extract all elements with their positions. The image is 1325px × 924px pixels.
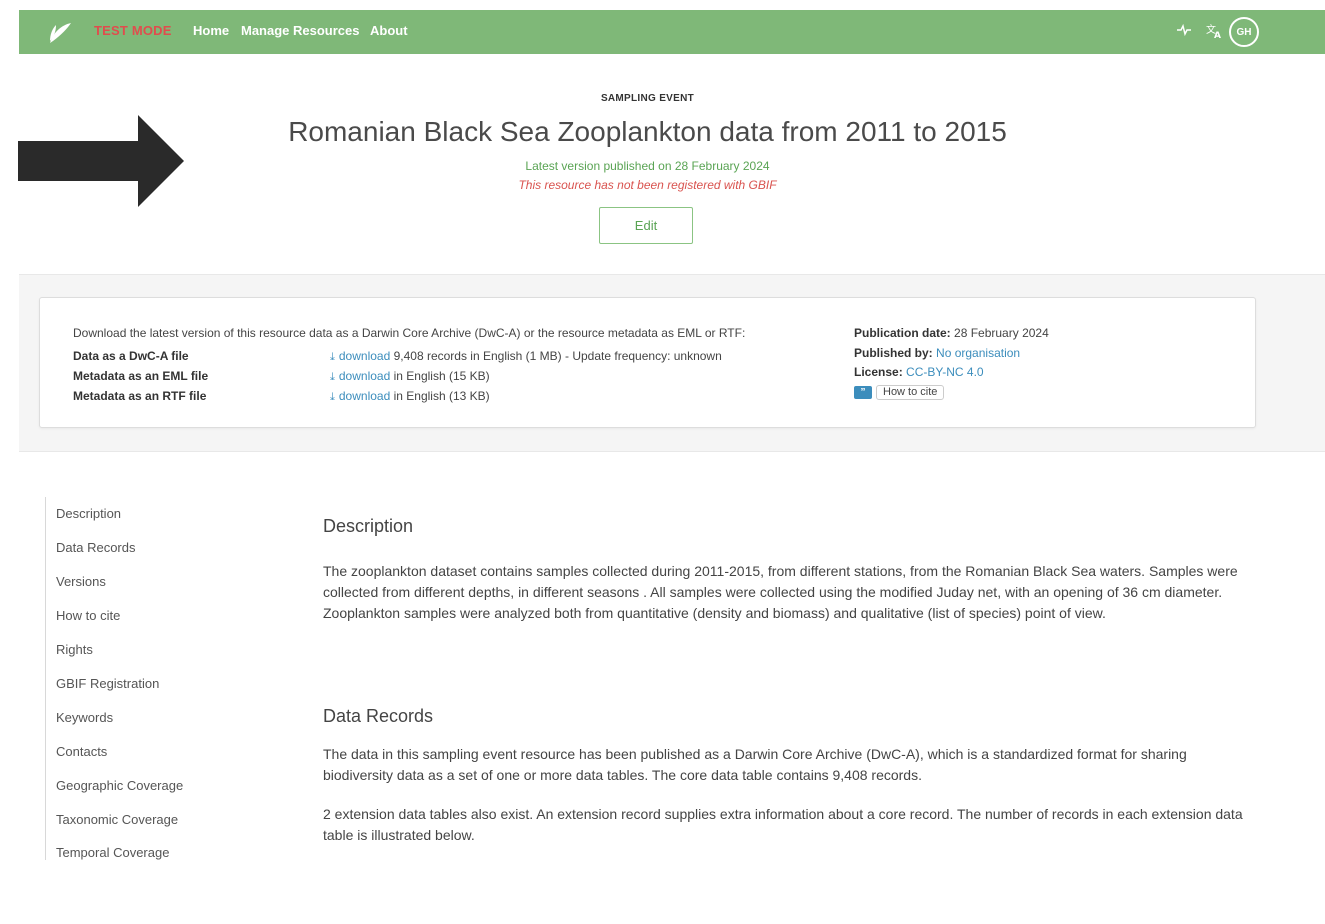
sidebar-item-contacts[interactable]: Contacts [56, 744, 107, 759]
sidebar-item-taxonomic-coverage[interactable]: Taxonomic Coverage [56, 812, 178, 827]
sidebar-nav: Description Data Records Versions How to… [45, 497, 225, 860]
download-detail: ⤓ download in English (15 KB) [330, 369, 490, 384]
how-to-cite-button[interactable]: How to cite [876, 385, 945, 400]
download-eml-link[interactable]: download [339, 369, 390, 383]
top-navbar: TEST MODE Home Manage Resources About 文 … [19, 10, 1325, 54]
svg-text:A: A [1214, 31, 1221, 40]
download-detail: ⤓ download in English (13 KB) [330, 389, 490, 404]
leaf-logo-icon[interactable] [47, 19, 73, 45]
translate-icon[interactable]: 文 A [1205, 22, 1223, 40]
test-mode-label: TEST MODE [94, 23, 172, 38]
download-dwca-detail: 9,408 records in English (1 MB) - Update… [393, 349, 722, 363]
download-icon: ⤓ [330, 371, 335, 383]
published-by-label: Published by: [854, 346, 933, 360]
description-heading: Description [323, 516, 414, 536]
sidebar-item-rights[interactable]: Rights [56, 642, 93, 657]
sidebar-item-how-to-cite[interactable]: How to cite [56, 608, 120, 623]
not-registered-warning: This resource has not been registered wi… [518, 178, 777, 192]
sidebar-item-temporal-coverage[interactable]: Temporal Coverage [56, 845, 169, 860]
downloads-card: Download the latest version of this reso… [39, 297, 1256, 428]
sidebar-item-gbif-registration[interactable]: GBIF Registration [56, 676, 159, 691]
resource-type-label: SAMPLING EVENT [600, 93, 695, 104]
download-label: Data as a DwC-A file [73, 349, 189, 363]
how-to-cite[interactable]: ” How to cite [854, 385, 945, 400]
download-label: Metadata as an EML file [73, 369, 209, 383]
sidebar-item-keywords[interactable]: Keywords [56, 710, 113, 725]
latest-version-text: Latest version published on 28 February … [525, 159, 770, 173]
published-by-link[interactable]: No organisation [936, 346, 1020, 360]
download-dwca-link[interactable]: download [339, 349, 390, 363]
sidebar-item-description[interactable]: Description [56, 506, 121, 521]
nav-home-link[interactable]: Home [193, 23, 229, 38]
license: License: CC-BY-NC 4.0 [854, 365, 984, 379]
download-rtf-link[interactable]: download [339, 389, 390, 403]
download-icon: ⤓ [330, 351, 335, 363]
user-avatar[interactable]: GH [1229, 17, 1259, 47]
sidebar-item-geographic-coverage[interactable]: Geographic Coverage [56, 778, 183, 793]
description-text: The zooplankton dataset contains samples… [323, 563, 1238, 621]
download-eml-detail: in English (15 KB) [393, 369, 490, 383]
download-icon: ⤓ [330, 391, 335, 403]
publication-date-value: 28 February 2024 [954, 326, 1049, 340]
license-label: License: [854, 365, 903, 379]
published-by: Published by: No organisation [854, 346, 1020, 360]
sidebar-item-data-records[interactable]: Data Records [56, 540, 135, 555]
extension-records-text: 2 extension data tables also exist. An e… [323, 806, 1243, 843]
sidebar-item-versions[interactable]: Versions [56, 574, 106, 589]
download-detail: ⤓ download 9,408 records in English (1 MB… [330, 349, 722, 364]
download-label: Metadata as an RTF file [73, 389, 207, 403]
page-title: Romanian Black Sea Zooplankton data from… [288, 116, 1007, 147]
quote-icon: ” [854, 386, 872, 399]
nav-about-link[interactable]: About [370, 23, 408, 38]
data-records-text: The data in this sampling event resource… [323, 746, 1187, 783]
nav-manage-resources-link[interactable]: Manage Resources [241, 23, 360, 38]
data-records-heading: Data Records [323, 706, 434, 726]
edit-button[interactable]: Edit [599, 207, 693, 244]
publication-date: Publication date: 28 February 2024 [854, 326, 1049, 340]
pulse-icon[interactable] [1176, 22, 1192, 38]
downloads-intro: Download the latest version of this reso… [73, 326, 746, 340]
download-rtf-detail: in English (13 KB) [393, 389, 490, 403]
license-link[interactable]: CC-BY-NC 4.0 [906, 365, 984, 379]
publication-date-label: Publication date: [854, 326, 951, 340]
